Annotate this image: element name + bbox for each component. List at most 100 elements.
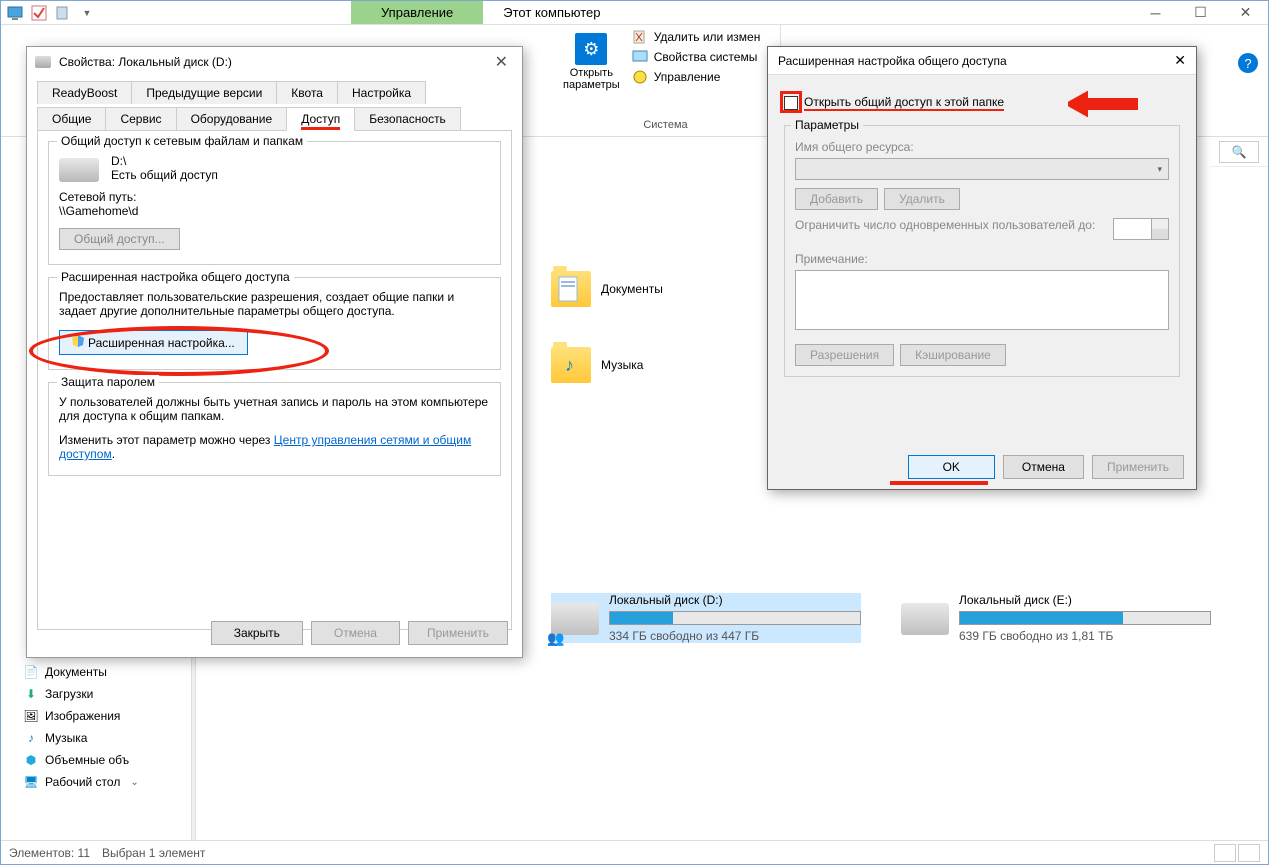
dialog-title: Расширенная настройка общего доступа bbox=[778, 54, 1007, 68]
computer-icon[interactable] bbox=[7, 5, 23, 21]
folder-music[interactable]: ♪ Музыка bbox=[551, 347, 643, 383]
checkbox-icon[interactable] bbox=[31, 5, 47, 21]
password-desc: У пользователей должны быть учетная запи… bbox=[59, 395, 490, 423]
network-share-fieldset: Общий доступ к сетевым файлам и папкам D… bbox=[48, 141, 501, 265]
share-button[interactable]: Общий доступ... bbox=[59, 228, 180, 250]
dropdown-icon[interactable]: ▼ bbox=[79, 5, 95, 21]
tab-manage[interactable]: Управление bbox=[351, 1, 483, 24]
tab-access[interactable]: Доступ bbox=[286, 107, 355, 131]
apply-button: Применить bbox=[1092, 455, 1184, 479]
dialog-titlebar[interactable]: Расширенная настройка общего доступа ✕ bbox=[768, 47, 1196, 75]
maximize-button[interactable]: ☐ bbox=[1178, 1, 1223, 25]
view-buttons bbox=[1214, 844, 1260, 862]
fieldset-legend: Общий доступ к сетевым файлам и папкам bbox=[57, 134, 307, 148]
drive-e[interactable]: Локальный диск (E:) 639 ГБ свободно из 1… bbox=[901, 593, 1211, 643]
drive-icon bbox=[901, 603, 949, 635]
close-button[interactable]: ✕ bbox=[1174, 52, 1186, 69]
dialog-body: Открыть общий доступ к этой папке Параме… bbox=[768, 75, 1196, 427]
netpath-label: Сетевой путь: bbox=[59, 190, 490, 204]
nav-item-music[interactable]: ♪Музыка bbox=[21, 727, 191, 749]
nav-item-images[interactable]: 🖼Изображения bbox=[21, 705, 191, 727]
resource-name-label: Имя общего ресурса: bbox=[795, 140, 1169, 154]
people-icon: 👥 bbox=[547, 630, 564, 647]
tab-service[interactable]: Сервис bbox=[105, 107, 176, 131]
open-params-button[interactable]: ⚙ Открыть параметры bbox=[559, 29, 624, 95]
properties-body: Общий доступ к сетевым файлам и папкам D… bbox=[37, 130, 512, 630]
dialog-buttons: OK Отмена Применить bbox=[908, 455, 1184, 479]
search-box[interactable]: 🔍 bbox=[1219, 141, 1259, 163]
password-protect-fieldset: Защита паролем У пользователей должны бы… bbox=[48, 382, 501, 476]
netpath-value: \\Gamehome\d bbox=[59, 204, 490, 218]
view-icons-button[interactable] bbox=[1238, 844, 1260, 862]
nav-item-desktop[interactable]: 🖥Рабочий стол⌄ bbox=[21, 771, 191, 793]
tab-readyboost[interactable]: ReadyBoost bbox=[37, 81, 132, 104]
password-change-text: Изменить этот параметр можно через Центр… bbox=[59, 433, 490, 461]
nav-item-documents[interactable]: 📄Документы bbox=[21, 661, 191, 683]
note-textarea bbox=[795, 270, 1169, 330]
drive-icon bbox=[35, 56, 51, 68]
status-bar: Элементов: 11 Выбран 1 элемент bbox=[1, 840, 1268, 864]
share-path: D:\ bbox=[111, 154, 218, 168]
tab-hardware[interactable]: Оборудование bbox=[176, 107, 288, 131]
monitor-icon bbox=[632, 49, 648, 65]
caching-button: Кэширование bbox=[900, 344, 1006, 366]
limit-spinner bbox=[1113, 218, 1169, 240]
nav-item-3d[interactable]: ⬢Объемные объ bbox=[21, 749, 191, 771]
system-props-button[interactable]: Свойства системы bbox=[632, 49, 761, 65]
help-icon[interactable]: ? bbox=[1238, 53, 1258, 73]
close-button[interactable]: ✕ bbox=[1223, 1, 1268, 25]
tabs-row1: ReadyBoost Предыдущие версии Квота Настр… bbox=[27, 77, 522, 103]
drive-sub: 334 ГБ свободно из 447 ГБ bbox=[609, 629, 861, 643]
permissions-button: Разрешения bbox=[795, 344, 894, 366]
share-status: Есть общий доступ bbox=[111, 168, 218, 182]
minimize-button[interactable]: ─ bbox=[1133, 1, 1178, 25]
drive-label: Локальный диск (E:) bbox=[959, 593, 1211, 607]
drive-d[interactable]: 👥 Локальный диск (D:) 334 ГБ свободно из… bbox=[551, 593, 861, 643]
music-icon: ♪ bbox=[565, 355, 574, 376]
advanced-settings-button[interactable]: Расширенная настройка... bbox=[59, 330, 248, 355]
dialog-titlebar[interactable]: Свойства: Локальный диск (D:) ✕ bbox=[27, 47, 522, 77]
params-fieldset: Параметры Имя общего ресурса: ▾ Добавить… bbox=[784, 125, 1180, 377]
tab-settings[interactable]: Настройка bbox=[337, 81, 426, 104]
ribbon-tabs: Управление Этот компьютер bbox=[351, 1, 621, 23]
ok-button[interactable]: OK bbox=[908, 455, 995, 479]
chevron-down-icon: ⌄ bbox=[130, 777, 138, 788]
tab-general[interactable]: Общие bbox=[37, 107, 106, 131]
properties-dialog: Свойства: Локальный диск (D:) ✕ ReadyBoo… bbox=[26, 46, 523, 658]
tab-prev-versions[interactable]: Предыдущие версии bbox=[131, 81, 277, 104]
folder-documents[interactable]: Документы bbox=[551, 271, 663, 307]
drive-icon bbox=[59, 158, 99, 182]
quick-access-toolbar: ▼ bbox=[1, 5, 95, 21]
advanced-share-desc: Предоставляет пользовательские разрешени… bbox=[59, 290, 490, 318]
nav-item-downloads[interactable]: ⬇Загрузки bbox=[21, 683, 191, 705]
fieldset-legend: Защита паролем bbox=[57, 375, 159, 389]
tab-this-pc[interactable]: Этот компьютер bbox=[483, 1, 620, 24]
uninstall-icon bbox=[632, 29, 648, 45]
drive-sub: 639 ГБ свободно из 1,81 ТБ bbox=[959, 629, 1211, 643]
close-button[interactable]: Закрыть bbox=[211, 621, 303, 645]
status-selected: Выбран 1 элемент bbox=[102, 846, 205, 860]
resource-name-combo: ▾ bbox=[795, 158, 1169, 180]
cube-icon: ⬢ bbox=[23, 752, 39, 768]
advanced-sharing-dialog: Расширенная настройка общего доступа ✕ О… bbox=[767, 46, 1197, 490]
drive-capacity-bar bbox=[959, 611, 1211, 625]
properties-icon[interactable] bbox=[55, 5, 71, 21]
tab-security[interactable]: Безопасность bbox=[354, 107, 461, 131]
fieldset-legend: Параметры bbox=[791, 118, 863, 132]
share-folder-checkbox[interactable] bbox=[784, 96, 798, 110]
view-details-button[interactable] bbox=[1214, 844, 1236, 862]
drive-label: Локальный диск (D:) bbox=[609, 593, 861, 607]
folder-label: Документы bbox=[601, 282, 663, 296]
close-button[interactable]: ✕ bbox=[489, 52, 514, 72]
folder-label: Музыка bbox=[601, 358, 643, 372]
fieldset-legend: Расширенная настройка общего доступа bbox=[57, 270, 294, 284]
desktop-icon: 🖥 bbox=[23, 774, 39, 790]
share-folder-label: Открыть общий доступ к этой папке bbox=[804, 95, 1004, 111]
delete-change-button[interactable]: Удалить или измен bbox=[632, 29, 761, 45]
ribbon-group-system: ⚙ Открыть параметры Удалить или измен Св… bbox=[551, 25, 781, 133]
address-bar-row: 🔍 bbox=[1211, 137, 1268, 167]
cancel-button[interactable]: Отмена bbox=[1003, 455, 1084, 479]
tab-quota[interactable]: Квота bbox=[276, 81, 338, 104]
manage-button[interactable]: Управление bbox=[632, 69, 761, 85]
music-icon: ♪ bbox=[23, 730, 39, 746]
